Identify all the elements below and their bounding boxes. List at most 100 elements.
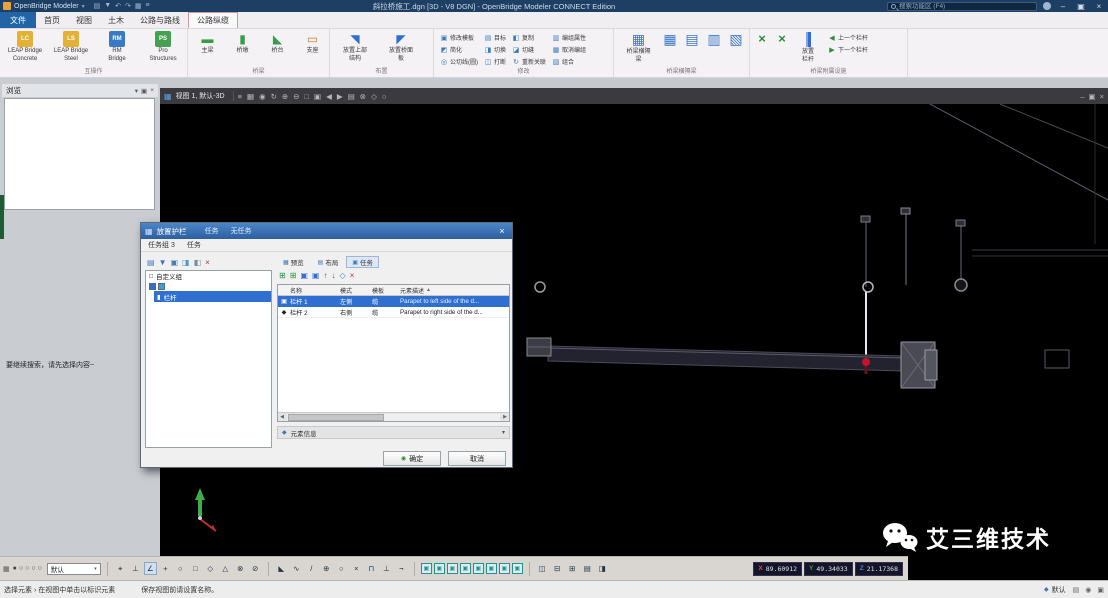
- drawing-tool-icon[interactable]: ⊓: [365, 562, 378, 575]
- window-preset-icon[interactable]: ▣: [433, 563, 445, 574]
- view-tab[interactable]: 视图 1, 默认-3D: [176, 91, 234, 101]
- tree-selected-item[interactable]: ▮ 栏杆: [154, 291, 271, 302]
- window-preset-icon[interactable]: ▣: [446, 563, 458, 574]
- view-toolbar-icon[interactable]: ◇: [371, 92, 377, 101]
- railing-nav-button[interactable]: ▶ 下一个栏杆: [828, 45, 868, 55]
- view-toolbar-icon[interactable]: ⊗: [360, 92, 366, 101]
- bridge-tool-button[interactable]: ▬ 主梁: [191, 31, 224, 55]
- modify-tool-button[interactable]: ◧ 复制: [512, 33, 546, 43]
- group-toolbar-icon[interactable]: ◨: [182, 257, 190, 268]
- app-menu-caret-icon[interactable]: ▾: [82, 3, 85, 10]
- group-toolbar-icon[interactable]: ×: [205, 257, 210, 268]
- dialog-close-button[interactable]: ×: [496, 226, 508, 236]
- view-toolbar-icon[interactable]: ▤: [348, 92, 355, 101]
- column-template[interactable]: 模板: [372, 286, 400, 295]
- dialog-menu-task[interactable]: 任务: [205, 226, 219, 236]
- explorer-tree[interactable]: [4, 98, 155, 210]
- dialog-menu-notask[interactable]: 无任务: [231, 226, 252, 236]
- coordinate-field[interactable]: X 89.60912: [753, 561, 803, 576]
- window-preset-icon[interactable]: ▣: [459, 563, 471, 574]
- dialog-menubar-item[interactable]: 任务组 3: [148, 240, 175, 250]
- tab-road-profile[interactable]: 公路纵缆: [188, 12, 238, 28]
- toolbar-extra-icon[interactable]: ⊟: [551, 562, 564, 575]
- ribbon-search-input[interactable]: [899, 2, 1033, 10]
- checkbox-icon[interactable]: □: [149, 273, 153, 280]
- drawing-tool-icon[interactable]: /: [305, 562, 318, 575]
- window-preset-icon[interactable]: ▣: [485, 563, 497, 574]
- tab-home[interactable]: 首页: [36, 12, 68, 28]
- table-hscrollbar[interactable]: ◀ ▶: [278, 412, 509, 421]
- view-maximize-button[interactable]: ▣: [1089, 92, 1096, 101]
- view-toolbar-icon[interactable]: ↻: [271, 92, 277, 101]
- interop-app-button[interactable]: PS Pro Structures: [141, 31, 185, 62]
- status-icon[interactable]: ▤: [1073, 586, 1080, 594]
- cancel-button[interactable]: 取消: [448, 451, 506, 466]
- column-name[interactable]: 名称: [290, 286, 340, 295]
- tab-view[interactable]: 视图: [68, 12, 100, 28]
- status-icon[interactable]: ▣: [1097, 586, 1104, 594]
- window-preset-icon[interactable]: ▣: [498, 563, 510, 574]
- dialog-tab-task[interactable]: ▣ 任务: [346, 256, 380, 268]
- table-toolbar-icon[interactable]: ▣: [300, 270, 308, 281]
- modify-tool-button[interactable]: ◩ 简化: [440, 45, 478, 55]
- snap-mode-icon[interactable]: ⊗: [234, 562, 247, 575]
- view-group-icon[interactable]: ○: [31, 564, 35, 574]
- scrollbar-track[interactable]: [287, 413, 500, 421]
- view-minimize-button[interactable]: –: [1080, 92, 1084, 101]
- snap-mode-icon[interactable]: ∠: [143, 562, 157, 575]
- tree-swatch[interactable]: [149, 282, 156, 290]
- toolbar-extra-icon[interactable]: ⊞: [566, 562, 579, 575]
- toolbar-extra-icon[interactable]: ▤: [581, 562, 594, 575]
- railing-nav-button[interactable]: ◀ 上一个栏杆: [828, 33, 868, 43]
- ok-button[interactable]: ◉ 确定: [383, 451, 441, 466]
- ribbon-search-box[interactable]: [887, 1, 1037, 11]
- docked-tab-strip[interactable]: [0, 195, 4, 239]
- modify-tool-button[interactable]: ↻ 重新关联: [512, 57, 546, 67]
- drawing-tool-icon[interactable]: ○: [335, 562, 348, 575]
- close-button[interactable]: ×: [1093, 2, 1105, 11]
- panel-header-icon[interactable]: ▾: [135, 87, 138, 95]
- bridge-tool-button[interactable]: ◣ 桥台: [261, 31, 294, 55]
- snap-mode-icon[interactable]: □: [189, 562, 202, 575]
- view-toolbar-icon[interactable]: ⊖: [293, 92, 299, 101]
- coordinate-field[interactable]: Y 49.34033: [804, 561, 853, 576]
- table-toolbar-icon[interactable]: ×: [350, 270, 355, 281]
- panel-header-icon[interactable]: ▣: [141, 87, 147, 95]
- view-toolbar-icon[interactable]: ⊕: [282, 92, 288, 101]
- grid-icon[interactable]: ▦: [3, 565, 10, 573]
- window-preset-icon[interactable]: ▣: [511, 563, 523, 574]
- view-toolbar-icon[interactable]: ◀: [326, 92, 332, 101]
- drawing-tool-icon[interactable]: ⊕: [320, 562, 333, 575]
- view-group-icon[interactable]: ○: [25, 564, 29, 574]
- modify-tool-button[interactable]: ◨ 切换: [484, 45, 506, 55]
- diaphragm-button[interactable]: ▦ 桥梁横隔 梁: [617, 31, 660, 63]
- interop-app-button[interactable]: RM RM Bridge: [95, 31, 139, 62]
- drawing-tool-icon[interactable]: ∿: [290, 562, 303, 575]
- tree-root-item[interactable]: □ 自定义组: [146, 271, 271, 282]
- style-dropdown[interactable]: 默认 ▾: [46, 562, 101, 575]
- quick-access-icon[interactable]: ≡: [146, 2, 150, 10]
- group-toolbar-icon[interactable]: ◧: [194, 257, 202, 268]
- tree-swatch[interactable]: [158, 282, 165, 290]
- quick-access-icon[interactable]: ▤: [94, 2, 101, 10]
- coordinate-field[interactable]: Z 21.17368: [854, 561, 903, 576]
- table-row[interactable]: ▣ 栏杆 1 左侧 缆 Parapet to left side of the …: [278, 296, 509, 307]
- toolbar-extra-icon[interactable]: ◨: [596, 562, 609, 575]
- drawing-tool-icon[interactable]: ¬: [395, 562, 408, 575]
- minimize-button[interactable]: –: [1057, 2, 1069, 11]
- view-group-icon[interactable]: ○: [19, 564, 23, 574]
- scroll-right-icon[interactable]: ▶: [501, 414, 509, 420]
- tab-civil[interactable]: 土木: [100, 12, 132, 28]
- drawing-tool-icon[interactable]: ⊥: [380, 562, 393, 575]
- tab-road-alignment[interactable]: 公路与路线: [132, 12, 188, 28]
- view-close-button[interactable]: ×: [1100, 92, 1104, 101]
- modify-tool-button[interactable]: ◎ 公切线(圆): [440, 57, 478, 67]
- railing-table[interactable]: 名称 模式 模板 元素描述 ▲ ▣ 栏杆 1 左侧 缆 Parapet to l…: [277, 284, 510, 422]
- schedule-tool-button[interactable]: ▥: [704, 31, 724, 48]
- modify-tool-button[interactable]: ▤ 目标: [484, 33, 506, 43]
- snap-mode-icon[interactable]: ◇: [204, 562, 217, 575]
- place-tool-button[interactable]: ◥ 放置上部 结构: [333, 31, 377, 62]
- modify-tool-button[interactable]: ◫ 打断: [484, 57, 506, 67]
- remove-accessory-button[interactable]: ×: [753, 31, 771, 47]
- place-railing-button[interactable]: 放置 栏杆: [791, 31, 825, 63]
